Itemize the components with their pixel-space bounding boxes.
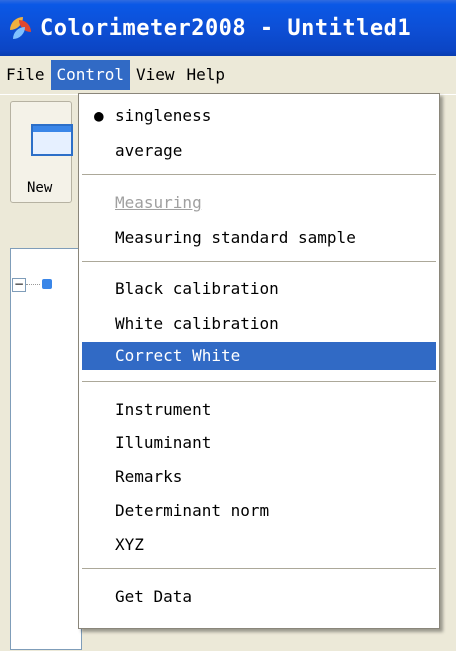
menu-control[interactable]: Control bbox=[50, 59, 130, 90]
menu-separator bbox=[82, 381, 436, 382]
tree-pane[interactable] bbox=[10, 248, 82, 650]
menu-separator bbox=[82, 174, 436, 175]
menu-item-black-calibration[interactable]: Black calibration bbox=[82, 275, 436, 303]
window-title: Colorimeter2008 - Untitled1 bbox=[40, 15, 412, 41]
title-bar[interactable]: Colorimeter2008 - Untitled1 bbox=[0, 0, 456, 56]
menu-item-label: Measuring standard sample bbox=[115, 228, 356, 247]
menu-view[interactable]: View bbox=[130, 60, 181, 90]
menu-item-measuring-standard-sample[interactable]: Measuring standard sample bbox=[82, 224, 436, 252]
menu-item-singleness[interactable]: ● singleness bbox=[82, 102, 436, 130]
menu-item-label: Black calibration bbox=[115, 279, 279, 298]
menu-item-label: Get Data bbox=[115, 587, 193, 606]
radio-bullet-icon: ● bbox=[94, 106, 104, 125]
menu-item-label: Instrument bbox=[115, 400, 212, 419]
menu-item-measuring: Measuring bbox=[82, 189, 436, 217]
menu-item-label: average bbox=[115, 141, 183, 160]
menu-item-label: Measuring bbox=[115, 193, 202, 212]
menu-item-label: White calibration bbox=[115, 314, 279, 333]
menu-item-instrument[interactable]: Instrument bbox=[82, 396, 436, 424]
menu-item-determinant-norm[interactable]: Determinant norm bbox=[82, 497, 436, 525]
menu-item-illuminant[interactable]: Illuminant bbox=[82, 429, 436, 457]
menu-item-label: Illuminant bbox=[115, 433, 212, 452]
new-document-icon bbox=[31, 124, 73, 156]
colorimeter-app-icon[interactable] bbox=[8, 15, 34, 41]
tree-node-icon bbox=[42, 279, 52, 289]
menu-item-average[interactable]: average bbox=[82, 137, 436, 165]
control-menu-dropdown: ● singleness average Measuring Measuring… bbox=[78, 93, 440, 629]
menu-item-label: singleness bbox=[115, 106, 212, 125]
new-button-label: New bbox=[27, 180, 53, 196]
menu-item-label: Remarks bbox=[115, 467, 183, 486]
new-button[interactable]: New bbox=[10, 101, 73, 203]
menu-item-get-data[interactable]: Get Data bbox=[82, 583, 436, 611]
menu-item-white-calibration[interactable]: White calibration bbox=[82, 310, 436, 338]
tree-connector bbox=[26, 284, 40, 285]
menu-separator bbox=[82, 568, 436, 569]
menu-help[interactable]: Help bbox=[181, 60, 232, 90]
menu-bar: File Control View Help bbox=[0, 56, 456, 93]
menu-file[interactable]: File bbox=[0, 60, 51, 90]
menu-separator bbox=[82, 261, 436, 262]
menu-item-label: Correct White bbox=[115, 346, 241, 365]
menu-item-remarks[interactable]: Remarks bbox=[82, 463, 436, 491]
menu-item-label: XYZ bbox=[115, 535, 144, 554]
menu-item-correct-white[interactable]: Correct White bbox=[82, 342, 436, 370]
menu-item-label: Determinant norm bbox=[115, 501, 270, 520]
tree-collapse-icon[interactable]: − bbox=[12, 278, 26, 292]
menu-item-xyz[interactable]: XYZ bbox=[82, 531, 436, 559]
